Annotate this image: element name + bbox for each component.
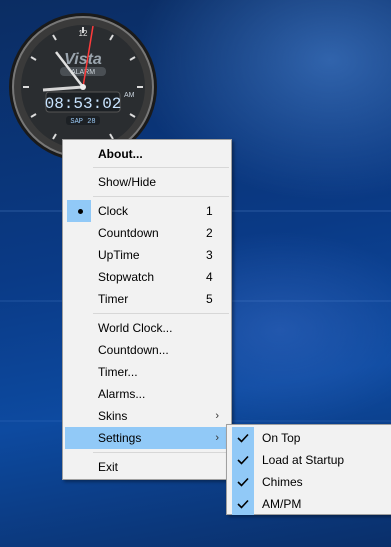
checkmark-icon	[232, 449, 254, 471]
checkmark-icon	[232, 427, 254, 449]
checkmark-icon	[232, 471, 254, 493]
menu-item-show-hide[interactable]: Show/Hide	[65, 171, 229, 193]
menu-item-show-hide-label: Show/Hide	[98, 175, 157, 189]
menu-item-uptime-shortcut: 3	[206, 248, 213, 262]
menu-item-timer-dialog[interactable]: Timer...	[65, 361, 229, 383]
settings-submenu: On Top Load at Startup Chimes AM/PM	[226, 424, 391, 515]
menu-item-countdown-shortcut: 2	[206, 226, 213, 240]
radio-bullet-icon	[78, 209, 83, 214]
menu-item-timer-shortcut: 5	[206, 292, 213, 306]
clock-ampm: AM	[124, 92, 135, 99]
menu-item-clock[interactable]: Clock 1	[65, 200, 229, 222]
menu-item-skins[interactable]: Skins ›	[65, 405, 229, 427]
menu-item-skins-label: Skins	[98, 409, 128, 423]
menu-item-exit[interactable]: Exit	[65, 456, 229, 478]
menu-item-world-clock-label: World Clock...	[98, 321, 173, 335]
menu-item-exit-label: Exit	[98, 460, 119, 474]
menu-item-alarms[interactable]: Alarms...	[65, 383, 229, 405]
menu-separator	[93, 452, 229, 453]
checkmark-icon	[232, 493, 254, 515]
submenu-item-chimes-label: Chimes	[262, 475, 303, 489]
menu-item-about[interactable]: About...	[65, 143, 229, 165]
menu-item-uptime[interactable]: UpTime 3	[65, 244, 229, 266]
menu-item-about-label: About...	[98, 147, 143, 161]
chevron-right-icon: ›	[215, 432, 219, 444]
menu-item-timer-dialog-label: Timer...	[98, 365, 138, 379]
context-menu: About... Show/Hide Clock 1 Countdown 2 U…	[62, 139, 232, 480]
menu-item-stopwatch-label: Stopwatch	[98, 270, 155, 284]
menu-item-settings-label: Settings	[98, 431, 142, 445]
chevron-right-icon: ›	[215, 410, 219, 422]
menu-item-clock-label: Clock	[98, 204, 129, 218]
menu-item-countdown-label: Countdown	[98, 226, 159, 240]
menu-item-countdown-dialog-label: Countdown...	[98, 343, 169, 357]
menu-item-uptime-label: UpTime	[98, 248, 140, 262]
clock-date: SAP 28	[70, 118, 95, 126]
menu-separator	[93, 196, 229, 197]
menu-item-countdown-dialog[interactable]: Countdown...	[65, 339, 229, 361]
submenu-item-on-top[interactable]: On Top	[229, 427, 389, 449]
submenu-item-am-pm-label: AM/PM	[262, 497, 302, 511]
submenu-item-load-at-startup-label: Load at Startup	[262, 453, 345, 467]
menu-item-settings[interactable]: Settings ›	[65, 427, 229, 449]
submenu-item-on-top-label: On Top	[262, 431, 301, 445]
submenu-item-am-pm[interactable]: AM/PM	[229, 493, 389, 515]
submenu-item-chimes[interactable]: Chimes	[229, 471, 389, 493]
menu-item-timer[interactable]: Timer 5	[65, 288, 229, 310]
menu-separator	[93, 167, 229, 168]
clock-numeral-12: 12	[79, 29, 88, 38]
menu-item-countdown[interactable]: Countdown 2	[65, 222, 229, 244]
menu-separator	[93, 313, 229, 314]
clock-brand: Vista	[64, 51, 102, 68]
submenu-item-load-at-startup[interactable]: Load at Startup	[229, 449, 389, 471]
menu-item-stopwatch[interactable]: Stopwatch 4	[65, 266, 229, 288]
menu-item-timer-label: Timer	[98, 292, 129, 306]
clock-digital-time: 08:53:02	[45, 95, 122, 113]
menu-item-world-clock[interactable]: World Clock...	[65, 317, 229, 339]
menu-item-alarms-label: Alarms...	[98, 387, 146, 401]
menu-item-stopwatch-shortcut: 4	[206, 270, 213, 284]
menu-item-clock-shortcut: 1	[206, 204, 213, 218]
